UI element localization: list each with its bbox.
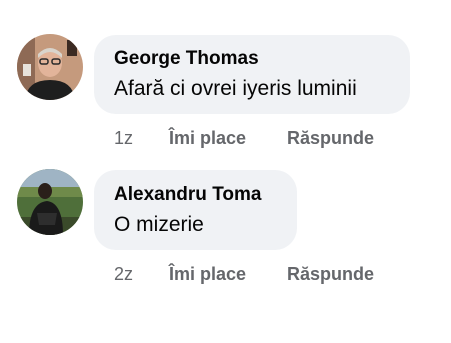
like-button[interactable]: Îmi place	[169, 263, 246, 285]
comment-bubble: George Thomas Afară ci ovrei iyeris lumi…	[94, 35, 410, 114]
comment-author[interactable]: Alexandru Toma	[114, 183, 297, 207]
reply-button[interactable]: Răspunde	[287, 127, 374, 149]
comment-timestamp[interactable]: 1z	[114, 127, 133, 149]
comment-bubble: Alexandru Toma O mizerie	[94, 170, 297, 250]
comment-author[interactable]: George Thomas	[114, 47, 410, 71]
comment-timestamp[interactable]: 2z	[114, 263, 133, 285]
profile-photo-icon	[17, 34, 83, 100]
comment-text: Afară ci ovrei iyeris luminii	[114, 77, 357, 100]
avatar[interactable]	[17, 169, 83, 235]
like-button[interactable]: Îmi place	[169, 127, 246, 149]
avatar[interactable]	[17, 34, 83, 100]
profile-photo-icon	[17, 169, 83, 235]
comment-text: O mizerie	[114, 213, 204, 236]
reply-button[interactable]: Răspunde	[287, 263, 374, 285]
